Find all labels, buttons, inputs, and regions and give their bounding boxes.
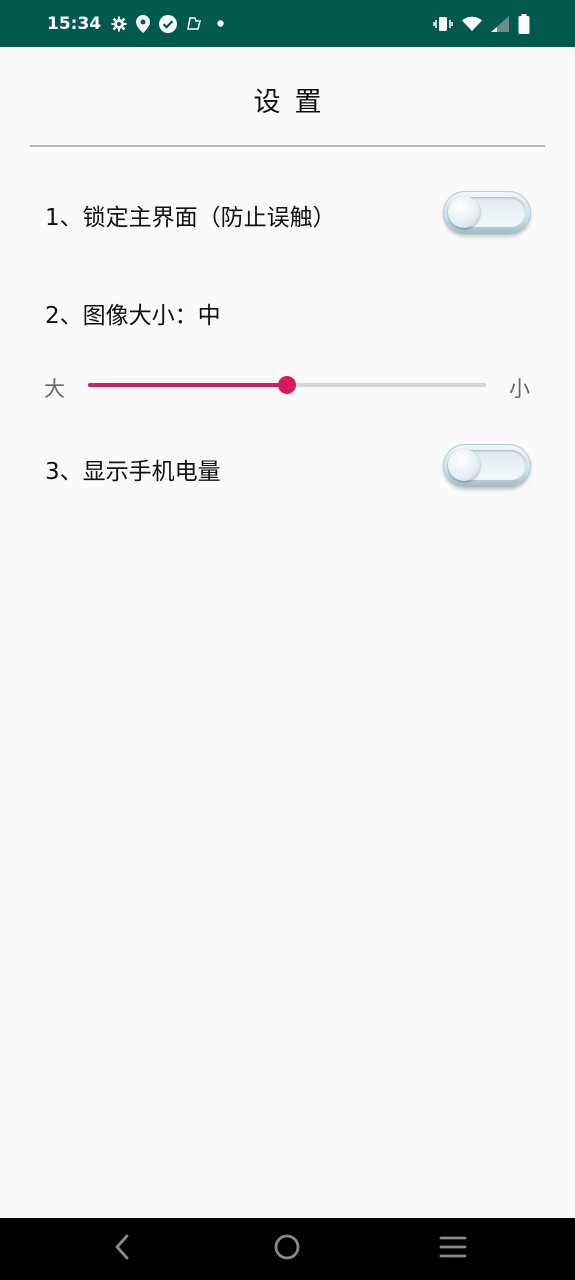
cell-signal-icon (491, 15, 509, 32)
back-icon (112, 1234, 132, 1264)
home-button[interactable] (269, 1231, 305, 1267)
status-left-icons (111, 14, 224, 33)
status-right-icons (433, 13, 530, 34)
page-title: 设置 (253, 87, 336, 118)
dot-icon (217, 20, 224, 27)
slider-min-label: 大 (44, 377, 65, 401)
lock-screen-toggle-knob (448, 196, 480, 228)
status-time: 15:34 (47, 13, 102, 34)
image-size-label: 2、图像大小：中 (45, 303, 221, 329)
back-button[interactable] (104, 1231, 140, 1267)
lock-screen-label: 1、锁定主界面（防止误触） (45, 205, 336, 231)
slider-max-label: 小 (509, 377, 530, 401)
gear-icon (111, 16, 127, 32)
battery-icon (518, 13, 530, 34)
menu-icon (439, 1235, 467, 1263)
navigation-bar (0, 1218, 575, 1280)
check-circle-icon (159, 14, 178, 33)
slider-thumb[interactable] (278, 376, 296, 394)
show-battery-toggle[interactable] (443, 444, 531, 488)
show-battery-label: 3、显示手机电量 (45, 459, 221, 485)
image-size-slider[interactable] (88, 376, 486, 394)
status-bar: 15:34 (0, 0, 575, 47)
title-divider (30, 145, 545, 147)
show-battery-toggle-knob (448, 449, 480, 481)
vibrate-icon (433, 16, 453, 32)
app-notification-icon (186, 16, 202, 31)
wifi-icon (462, 16, 482, 32)
slider-fill (88, 383, 287, 387)
lock-screen-toggle[interactable] (443, 191, 531, 235)
menu-button[interactable] (435, 1231, 471, 1267)
home-icon (273, 1233, 301, 1265)
location-pin-icon (136, 14, 151, 33)
